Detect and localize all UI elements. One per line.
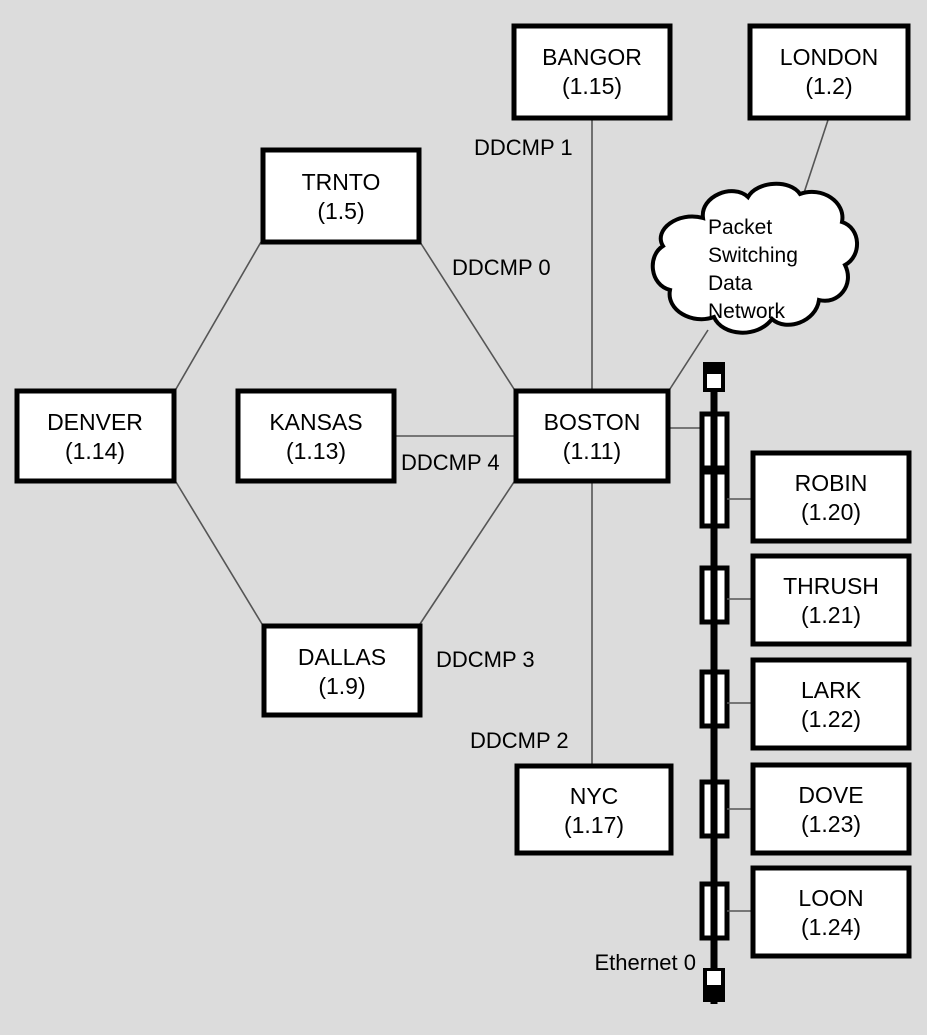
cloud-label-line4: Network (708, 300, 786, 323)
link-label-ddcmp1: DDCMP 1 (474, 135, 573, 160)
node-nyc-name: NYC (570, 783, 619, 809)
link-label-ethernet0: Ethernet 0 (594, 950, 696, 975)
ethernet-terminator-bottom (703, 968, 725, 1002)
node-denver[interactable]: DENVER (1.14) (14, 388, 177, 484)
node-bangor-box[interactable] (511, 23, 673, 121)
node-kansas-name: KANSAS (269, 409, 362, 435)
diagram-canvas: Packet Switching Data Network BANGOR (1.… (14, 23, 912, 1004)
node-denver-name: DENVER (47, 409, 143, 435)
node-dallas-box[interactable] (261, 623, 423, 718)
cloud-label-line3: Data (708, 272, 753, 295)
node-dallas-name: DALLAS (298, 644, 386, 670)
node-dove-name: DOVE (798, 782, 863, 808)
cloud-label-line2: Switching (708, 244, 798, 267)
link-trnto-denver (175, 241, 262, 390)
node-nyc-address: (1.17) (564, 812, 624, 838)
node-bangor[interactable]: BANGOR (1.15) (511, 23, 673, 121)
cloud-label-line1: Packet (708, 216, 772, 239)
node-robin-address: (1.20) (801, 499, 861, 525)
node-london-address: (1.2) (805, 73, 852, 99)
node-loon-name: LOON (798, 885, 863, 911)
node-thrush-address: (1.21) (801, 602, 861, 628)
node-lark-name: LARK (801, 677, 862, 703)
node-robin[interactable]: ROBIN (1.20) (750, 450, 912, 544)
node-lark-address: (1.22) (801, 706, 861, 732)
node-bangor-name: BANGOR (542, 44, 642, 70)
node-loon[interactable]: LOON (1.24) (750, 865, 912, 959)
node-trnto[interactable]: TRNTO (1.5) (260, 147, 422, 245)
link-label-ddcmp4: DDCMP 4 (401, 450, 500, 475)
node-dove-address: (1.23) (801, 811, 861, 837)
link-denver-dallas (175, 481, 263, 625)
node-nyc[interactable]: NYC (1.17) (514, 763, 674, 856)
node-trnto-name: TRNTO (302, 169, 381, 195)
node-loon-address: (1.24) (801, 914, 861, 940)
node-dove-box[interactable] (750, 762, 912, 856)
node-bangor-address: (1.15) (562, 73, 622, 99)
node-robin-name: ROBIN (795, 470, 868, 496)
link-label-ddcmp3: DDCMP 3 (436, 647, 535, 672)
node-lark[interactable]: LARK (1.22) (750, 657, 912, 751)
node-kansas-box[interactable] (235, 388, 397, 484)
node-boston-address: (1.11) (563, 438, 621, 464)
node-denver-address: (1.14) (65, 438, 125, 464)
node-dallas-address: (1.9) (318, 673, 365, 699)
node-nyc-box[interactable] (514, 763, 674, 856)
node-denver-box[interactable] (14, 388, 177, 484)
node-boston-name: BOSTON (544, 409, 641, 435)
link-dallas-boston (419, 481, 515, 625)
node-robin-box[interactable] (750, 450, 912, 544)
node-london-box[interactable] (747, 23, 911, 121)
ethernet-bus (699, 362, 751, 1004)
node-dallas[interactable]: DALLAS (1.9) (261, 623, 423, 718)
node-thrush[interactable]: THRUSH (1.21) (750, 553, 912, 647)
link-cloud-boston (667, 329, 709, 393)
node-kansas-address: (1.13) (286, 438, 346, 464)
node-trnto-address: (1.5) (317, 198, 364, 224)
link-label-ddcmp0: DDCMP 0 (452, 255, 551, 280)
node-kansas[interactable]: KANSAS (1.13) (235, 388, 397, 484)
node-london-name: LONDON (780, 44, 878, 70)
node-lark-box[interactable] (750, 657, 912, 751)
node-thrush-box[interactable] (750, 553, 912, 647)
node-boston[interactable]: BOSTON (1.11) (513, 388, 671, 484)
node-boston-box[interactable] (513, 388, 671, 484)
network-diagram: Packet Switching Data Network BANGOR (1.… (0, 0, 927, 1035)
packet-switching-cloud: Packet Switching Data Network (650, 181, 859, 335)
node-thrush-name: THRUSH (783, 573, 879, 599)
node-london[interactable]: LONDON (1.2) (747, 23, 911, 121)
node-loon-box[interactable] (750, 865, 912, 959)
ethernet-terminator-top (703, 362, 725, 392)
node-dove[interactable]: DOVE (1.23) (750, 762, 912, 856)
link-label-ddcmp2: DDCMP 2 (470, 728, 569, 753)
node-trnto-box[interactable] (260, 147, 422, 245)
